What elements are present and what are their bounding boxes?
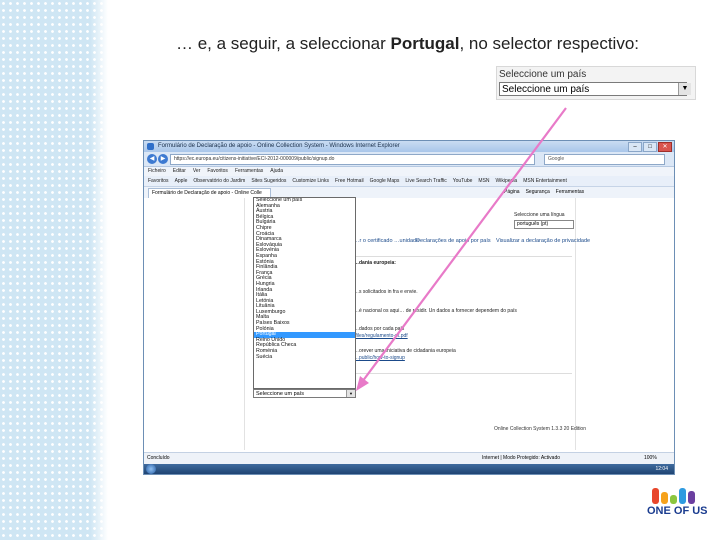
- fav-item[interactable]: Observatório do Jardim: [193, 176, 245, 186]
- regulation-link[interactable]: /files/regulamento-pt.pdf: [354, 333, 408, 339]
- info-text-2: …dados por cada país: [354, 326, 405, 332]
- logo-figures: [652, 488, 695, 504]
- tool-tools[interactable]: Ferramentas: [556, 189, 584, 195]
- language-label: Seleccione uma língua: [514, 212, 565, 218]
- menu-tools[interactable]: Ferramentas: [235, 167, 263, 176]
- fav-item[interactable]: MSN: [478, 176, 489, 186]
- page-footer: Online Collection System 1.3.3 20 Editio…: [494, 426, 586, 432]
- close-button[interactable]: ✕: [658, 142, 672, 152]
- fav-item[interactable]: Wikipedia: [496, 176, 518, 186]
- status-bar: Concluído Internet | Modo Protegido: Act…: [144, 452, 674, 464]
- menu-help[interactable]: Ajuda: [270, 167, 283, 176]
- title-suffix: , no selector respectivo:: [459, 34, 639, 53]
- url-input[interactable]: https://ec.europa.eu/citizens-initiative…: [170, 154, 535, 165]
- zoom-level[interactable]: 100%: [644, 453, 657, 464]
- fav-item[interactable]: YouTube: [453, 176, 473, 186]
- chevron-down-icon[interactable]: ▼: [678, 83, 691, 95]
- tool-page[interactable]: Página: [504, 189, 520, 195]
- search-input[interactable]: Google: [544, 154, 665, 165]
- section-certificate[interactable]: …r o certificado …unidade: [354, 238, 419, 244]
- zone-text: Internet | Modo Protegido: Activado: [482, 455, 561, 461]
- fav-item[interactable]: Customize Links: [292, 176, 329, 186]
- fav-item[interactable]: Apple: [175, 176, 188, 186]
- page-heading: …dania europeia:: [354, 260, 396, 266]
- fav-item[interactable]: Favoritos: [148, 176, 169, 186]
- country-select[interactable]: Seleccione um país: [499, 82, 687, 96]
- country-select-panel: Seleccione um país Seleccione um país ▼: [496, 66, 696, 100]
- menu-bar: Ficheiro Editar Ver Favoritos Ferramenta…: [144, 167, 674, 176]
- how-to-link[interactable]: …public/how-to-signup: [354, 355, 405, 361]
- menu-favorites[interactable]: Favoritos: [207, 167, 228, 176]
- chevron-down-icon[interactable]: ▼: [346, 390, 355, 397]
- fav-item[interactable]: Live Search Traffic: [405, 176, 446, 186]
- menu-view[interactable]: Ver: [193, 167, 201, 176]
- taskbar: 12:04: [144, 464, 674, 474]
- forward-icon[interactable]: ▶: [158, 154, 168, 164]
- tool-security[interactable]: Segurança: [526, 189, 550, 195]
- divider: [354, 256, 572, 257]
- menu-edit[interactable]: Editar: [173, 167, 186, 176]
- instruction-text: …s solicitados in fra e envie.: [354, 289, 418, 295]
- fav-item[interactable]: Google Maps: [370, 176, 400, 186]
- fav-item[interactable]: Sites Sugeridos: [251, 176, 286, 186]
- maximize-button[interactable]: □: [643, 142, 657, 152]
- title-prefix: … e, a seguir, a seleccionar: [176, 34, 391, 53]
- country-dropdown-list[interactable]: Seleccione um país Alemanha Áustria Bélgica…: [253, 197, 356, 389]
- logo-text: ONE OF US: [647, 505, 708, 517]
- page-content: Seleccione uma língua português (pt) …r …: [144, 198, 674, 452]
- ie-icon: [147, 143, 154, 150]
- status-text: Concluído: [147, 455, 170, 461]
- title-bold: Portugal: [390, 34, 460, 53]
- back-icon[interactable]: ◀: [147, 154, 157, 164]
- dropdown-option[interactable]: Suécia: [254, 354, 355, 361]
- clock: 12:04: [655, 466, 668, 472]
- fav-item[interactable]: MSN Entertainment: [523, 176, 567, 186]
- minimize-button[interactable]: –: [628, 142, 642, 152]
- menu-file[interactable]: Ficheiro: [148, 167, 166, 176]
- fav-item[interactable]: Free Hotmail: [335, 176, 364, 186]
- info-text: …é nacional os aqui… de residir. Un dado…: [354, 308, 517, 314]
- decorative-dotted-band: [0, 0, 108, 540]
- window-title: Formulário de Declaração de apoio - Onli…: [158, 143, 400, 149]
- dropdown-value: Seleccione um país: [256, 391, 304, 397]
- info-text-3: …orever uma Iniciativa de cidadania euro…: [354, 348, 456, 354]
- favorites-bar: Favoritos Apple Observatório do Jardim S…: [144, 176, 674, 187]
- one-of-us-logo: ONE OF US: [646, 488, 708, 526]
- slide-title: … e, a seguir, a seleccionar Portugal, n…: [176, 34, 639, 54]
- start-button[interactable]: [146, 464, 156, 474]
- address-bar: ◀ ▶ https://ec.europa.eu/citizens-initia…: [144, 152, 674, 167]
- language-select[interactable]: português (pt): [514, 220, 574, 229]
- country-dropdown-select[interactable]: Seleccione um país ▼: [253, 389, 356, 398]
- section-declarations[interactable]: Declarações de apoio por país: [416, 238, 491, 244]
- command-bar: Página Segurança Ferramentas: [504, 189, 584, 195]
- country-select-label: Seleccione um país: [499, 69, 587, 80]
- section-privacy[interactable]: Visualizar a declaração de privacidade: [496, 238, 590, 244]
- browser-titlebar: Formulário de Declaração de apoio - Onli…: [144, 141, 674, 152]
- browser-screenshot: Formulário de Declaração de apoio - Onli…: [143, 140, 675, 475]
- divider: [354, 373, 572, 374]
